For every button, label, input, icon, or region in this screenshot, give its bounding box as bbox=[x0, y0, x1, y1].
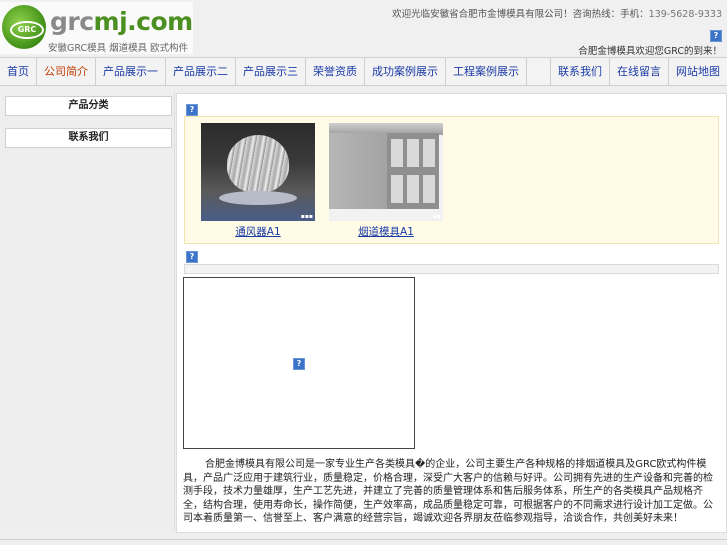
site-logo[interactable]: GRC grcmj.com 安徽GRC模具 烟道模具 欧式构件 bbox=[0, 2, 193, 54]
main-content: ? ▪▪▪ 通风器A1 ▪▪ 烟道模具A1 ? ? 合肥金博模具有限公司是一家专… bbox=[176, 93, 727, 533]
turbine-ventilator-image[interactable]: ▪▪▪ bbox=[201, 123, 315, 221]
beam-cell bbox=[423, 139, 435, 167]
notice-text: 欢迎光临安徽省合肥市金博模具有限公司！咨询热线：手机： bbox=[392, 9, 649, 20]
beam-side bbox=[329, 133, 387, 209]
logo-subtitle: 安徽GRC模具 烟道模具 欧式构件 bbox=[48, 43, 189, 54]
flue-mold-beam-image[interactable]: ▪▪ bbox=[329, 123, 443, 221]
section-divider-bar bbox=[184, 264, 719, 274]
nav-item-honors[interactable]: 荣誉资质 bbox=[306, 58, 365, 85]
company-description: 合肥金博模具有限公司是一家专业生产各类模具�的企业，公司主要生产各种规格的排烟道… bbox=[183, 459, 713, 525]
logo-domain: grcmj.com bbox=[50, 7, 193, 36]
image-watermark: ▪▪ bbox=[432, 213, 441, 220]
nav-item-products-3[interactable]: 产品展示三 bbox=[236, 58, 306, 85]
beam-cell bbox=[407, 175, 419, 203]
header-notice: 欢迎光临安徽省合肥市金博模具有限公司！咨询热线：手机：139-5628-9333 bbox=[392, 6, 722, 20]
beam-cell bbox=[423, 175, 435, 203]
nav-right-group: 联系我们 在线留言 网站地图 bbox=[550, 58, 727, 85]
product-showcase: ▪▪▪ 通风器A1 ▪▪ 烟道模具A1 bbox=[184, 116, 719, 244]
footer-divider bbox=[0, 539, 727, 540]
nav-item-about[interactable]: 公司简介 bbox=[37, 58, 96, 85]
broken-image-icon: ? bbox=[293, 358, 305, 370]
beam-cell bbox=[407, 139, 419, 167]
product-card[interactable]: ▪▪▪ 通风器A1 bbox=[201, 123, 315, 239]
logo-domain-suffix: mj.com bbox=[93, 7, 194, 36]
phone-number: 139-5628-9333 bbox=[648, 9, 722, 20]
logo-emblem-icon: GRC bbox=[2, 5, 46, 49]
nav-item-products-2[interactable]: 产品展示二 bbox=[166, 58, 236, 85]
main-nav: 首页 公司简介 产品展示一 产品展示二 产品展示三 荣誉资质 成功案例展示 工程… bbox=[0, 57, 727, 86]
sidebar: 产品分类 联系我们 bbox=[0, 91, 175, 531]
logo-domain-prefix: grc bbox=[50, 7, 94, 36]
embedded-media-frame[interactable]: ? bbox=[183, 277, 415, 449]
vent-dome bbox=[227, 135, 289, 193]
beam-face bbox=[387, 133, 439, 209]
site-header: GRC grcmj.com 安徽GRC模具 烟道模具 欧式构件 欢迎光临安徽省合… bbox=[0, 0, 727, 57]
image-watermark: ▪▪▪ bbox=[300, 213, 313, 220]
nav-item-contact[interactable]: 联系我们 bbox=[550, 58, 609, 85]
nav-item-guestbook[interactable]: 在线留言 bbox=[609, 58, 668, 85]
broken-image-icon: ? bbox=[186, 251, 198, 263]
nav-item-home[interactable]: 首页 bbox=[0, 58, 37, 85]
nav-item-sitemap[interactable]: 网站地图 bbox=[668, 58, 727, 85]
product-link[interactable]: 通风器A1 bbox=[201, 224, 315, 239]
sidebar-box-contact[interactable]: 联系我们 bbox=[5, 128, 172, 148]
product-link[interactable]: 烟道模具A1 bbox=[329, 224, 443, 239]
header-welcome: 合肥金博模具欢迎您GRC的到来！ bbox=[578, 46, 722, 57]
nav-left-group: 首页 公司简介 产品展示一 产品展示二 产品展示三 荣誉资质 成功案例展示 工程… bbox=[0, 58, 527, 85]
logo-badge: GRC bbox=[10, 21, 44, 39]
beam-cell bbox=[391, 175, 403, 203]
beam-cell bbox=[391, 139, 403, 167]
broken-image-icon: ? bbox=[186, 104, 198, 116]
vent-base bbox=[219, 191, 297, 205]
sidebar-box-categories[interactable]: 产品分类 bbox=[5, 96, 172, 116]
nav-item-cases[interactable]: 成功案例展示 bbox=[365, 58, 446, 85]
broken-image-icon: ? bbox=[710, 30, 722, 42]
product-card[interactable]: ▪▪ 烟道模具A1 bbox=[329, 123, 443, 239]
nav-item-projects[interactable]: 工程案例展示 bbox=[446, 58, 527, 85]
nav-item-products-1[interactable]: 产品展示一 bbox=[96, 58, 166, 85]
